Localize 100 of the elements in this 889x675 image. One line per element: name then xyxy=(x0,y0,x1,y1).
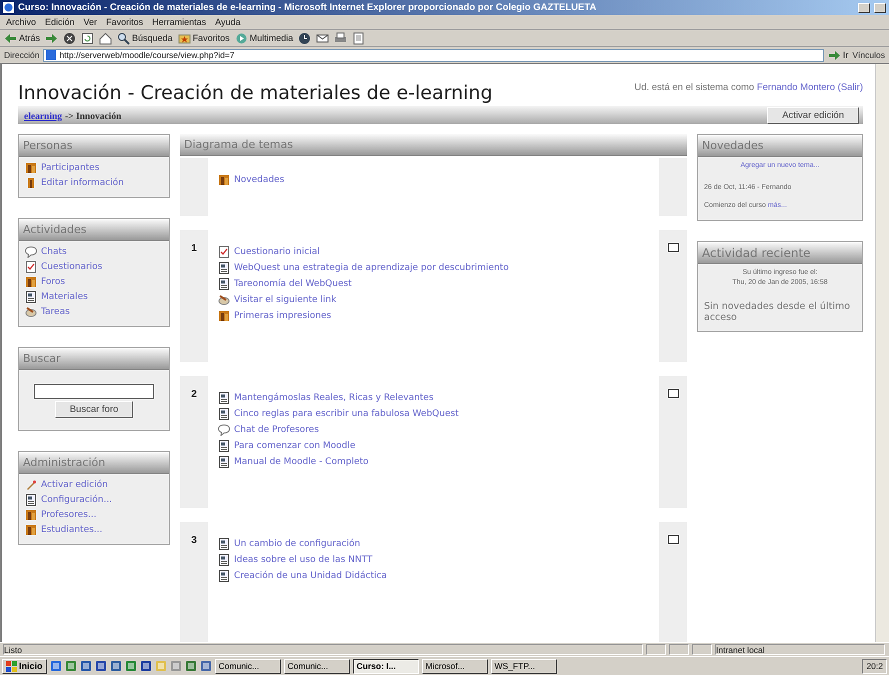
page-icon xyxy=(352,32,366,44)
block-link[interactable]: Chats xyxy=(25,246,163,258)
people-icon xyxy=(25,162,37,174)
activity-link[interactable]: Creación de una Unidad Didáctica xyxy=(218,570,649,582)
breadcrumb-link[interactable]: elearning xyxy=(24,112,62,122)
search-field[interactable] xyxy=(34,384,154,399)
activity-link[interactable]: Un cambio de configuración xyxy=(218,538,649,550)
block-link[interactable]: Tareas xyxy=(25,306,163,318)
quiz-icon xyxy=(218,246,230,258)
document-icon xyxy=(218,554,230,566)
block-link[interactable]: Configuración... xyxy=(25,494,163,506)
stop-icon xyxy=(63,32,76,44)
activity-link[interactable]: Visitar el siguiente link xyxy=(218,294,649,306)
media-icon xyxy=(234,32,248,44)
activity-link[interactable]: WebQuest una estrategia de aprendizaje por descubrimiento xyxy=(218,262,649,274)
forum-icon xyxy=(218,174,230,186)
back-arrow-icon xyxy=(4,32,17,44)
activity-link[interactable]: Primeras impresiones xyxy=(218,310,649,322)
settings-icon xyxy=(25,494,37,506)
search-forum-button[interactable]: Buscar foro xyxy=(54,401,134,418)
maximize-button[interactable] xyxy=(874,2,886,12)
app-icon[interactable] xyxy=(140,660,152,672)
block-title: Buscar xyxy=(19,348,169,370)
activity-link[interactable]: Cinco reglas para escribir una fabulosa WebQuest xyxy=(218,408,649,420)
security-zone: Intranet local xyxy=(715,644,885,655)
user-link[interactable]: Fernando Montero xyxy=(756,82,836,93)
menu-item[interactable]: Herramientas xyxy=(152,17,206,27)
menu-item[interactable]: Favoritos xyxy=(106,17,144,27)
app-icon[interactable] xyxy=(110,660,122,672)
course-title: Innovación - Creación de materiales de e-learning xyxy=(18,82,493,104)
taskbar-task[interactable]: Comunic... xyxy=(214,658,281,674)
activity-link[interactable]: Manual de Moodle - Completo xyxy=(218,456,649,468)
block-title: Actividad reciente xyxy=(698,242,862,264)
forward-arrow-icon xyxy=(828,48,841,62)
activity-link[interactable]: Novedades xyxy=(218,174,649,186)
address-field[interactable]: http://serverweb/moodle/course/view.php?id=7 xyxy=(43,48,824,62)
minimize-button[interactable] xyxy=(858,2,870,12)
section-number: 3 xyxy=(191,535,197,546)
refresh-icon xyxy=(81,32,94,44)
app-icon[interactable] xyxy=(64,660,77,672)
block-link[interactable]: Editar información xyxy=(25,177,163,189)
toolbar-button[interactable]: Favoritos xyxy=(178,32,230,44)
block-link[interactable]: Foros xyxy=(25,276,163,288)
taskbar-task[interactable]: Comunic... xyxy=(284,658,350,674)
taskbar-task[interactable]: WS_FTP... xyxy=(490,658,557,674)
toolbar-button[interactable]: Multimedia xyxy=(234,32,294,44)
page-icon xyxy=(46,50,56,60)
app-icon[interactable] xyxy=(50,660,62,672)
activity-link[interactable]: Ideas sobre el uso de las NNTT xyxy=(218,554,649,566)
app-icon[interactable] xyxy=(184,660,197,672)
links-label[interactable]: Vínculos xyxy=(852,50,885,60)
document-icon xyxy=(218,392,230,404)
app-icon[interactable] xyxy=(80,660,92,672)
block-title: Personas xyxy=(19,135,169,157)
menu-item[interactable]: Ver xyxy=(84,17,98,27)
app-icon[interactable] xyxy=(200,660,212,672)
menu-item[interactable]: Edición xyxy=(45,17,75,27)
logout-link[interactable]: (Salir) xyxy=(838,82,863,93)
assignment-icon xyxy=(25,306,37,318)
breadcrumb-text: -> Innovación xyxy=(65,112,122,122)
edit-mode-button[interactable]: Activar edición xyxy=(767,106,859,124)
status-panel xyxy=(646,644,666,655)
document-icon xyxy=(218,262,230,274)
section-number: 1 xyxy=(191,243,197,254)
show-only-topic-icon[interactable] xyxy=(668,243,678,252)
app-icon[interactable] xyxy=(94,660,107,672)
go-button[interactable]: Ir xyxy=(828,48,848,62)
menu-item[interactable]: Archivo xyxy=(6,17,36,27)
taskbar-task[interactable]: Curso: I... xyxy=(352,658,419,674)
document-icon xyxy=(218,570,230,582)
scroll-bar[interactable] xyxy=(875,64,889,642)
taskbar-task[interactable]: Microsof... xyxy=(422,658,488,674)
toolbar-button[interactable]: Atrás xyxy=(4,32,40,44)
activity-link[interactable]: Mantengámoslas Reales, Ricas y Relevantes xyxy=(218,392,649,404)
status-panel xyxy=(669,644,689,655)
activity-link[interactable]: Tareonomía del WebQuest xyxy=(218,278,649,290)
start-button[interactable]: Inicio xyxy=(2,658,47,674)
block-link[interactable]: Cuestionarios xyxy=(25,261,163,273)
block-link[interactable]: Estudiantes... xyxy=(25,524,163,536)
document-icon xyxy=(218,278,230,290)
menu-item[interactable]: Ayuda xyxy=(215,17,240,27)
windows-flag-icon xyxy=(6,660,17,672)
activity-link[interactable]: Chat de Profesores xyxy=(218,424,649,436)
block-title: Actividades xyxy=(19,219,169,241)
block-title: Novedades xyxy=(698,135,862,157)
address-label: Dirección xyxy=(4,50,40,60)
document-icon xyxy=(218,408,230,420)
history-icon xyxy=(298,32,312,44)
block-link[interactable]: Materiales xyxy=(25,291,163,303)
show-only-topic-icon[interactable] xyxy=(668,535,678,544)
activity-link[interactable]: Para comenzar con Moodle xyxy=(218,440,649,452)
activity-link[interactable]: Cuestionario inicial xyxy=(218,246,649,258)
document-icon xyxy=(218,456,230,468)
show-only-topic-icon[interactable] xyxy=(668,389,678,398)
block-link[interactable]: Activar edición xyxy=(25,479,163,491)
toolbar-button[interactable]: Búsqueda xyxy=(117,32,173,44)
people-icon xyxy=(25,524,37,536)
app-icon[interactable] xyxy=(124,660,137,672)
block-link[interactable]: Profesores... xyxy=(25,509,163,521)
block-link[interactable]: Participantes xyxy=(25,162,163,174)
